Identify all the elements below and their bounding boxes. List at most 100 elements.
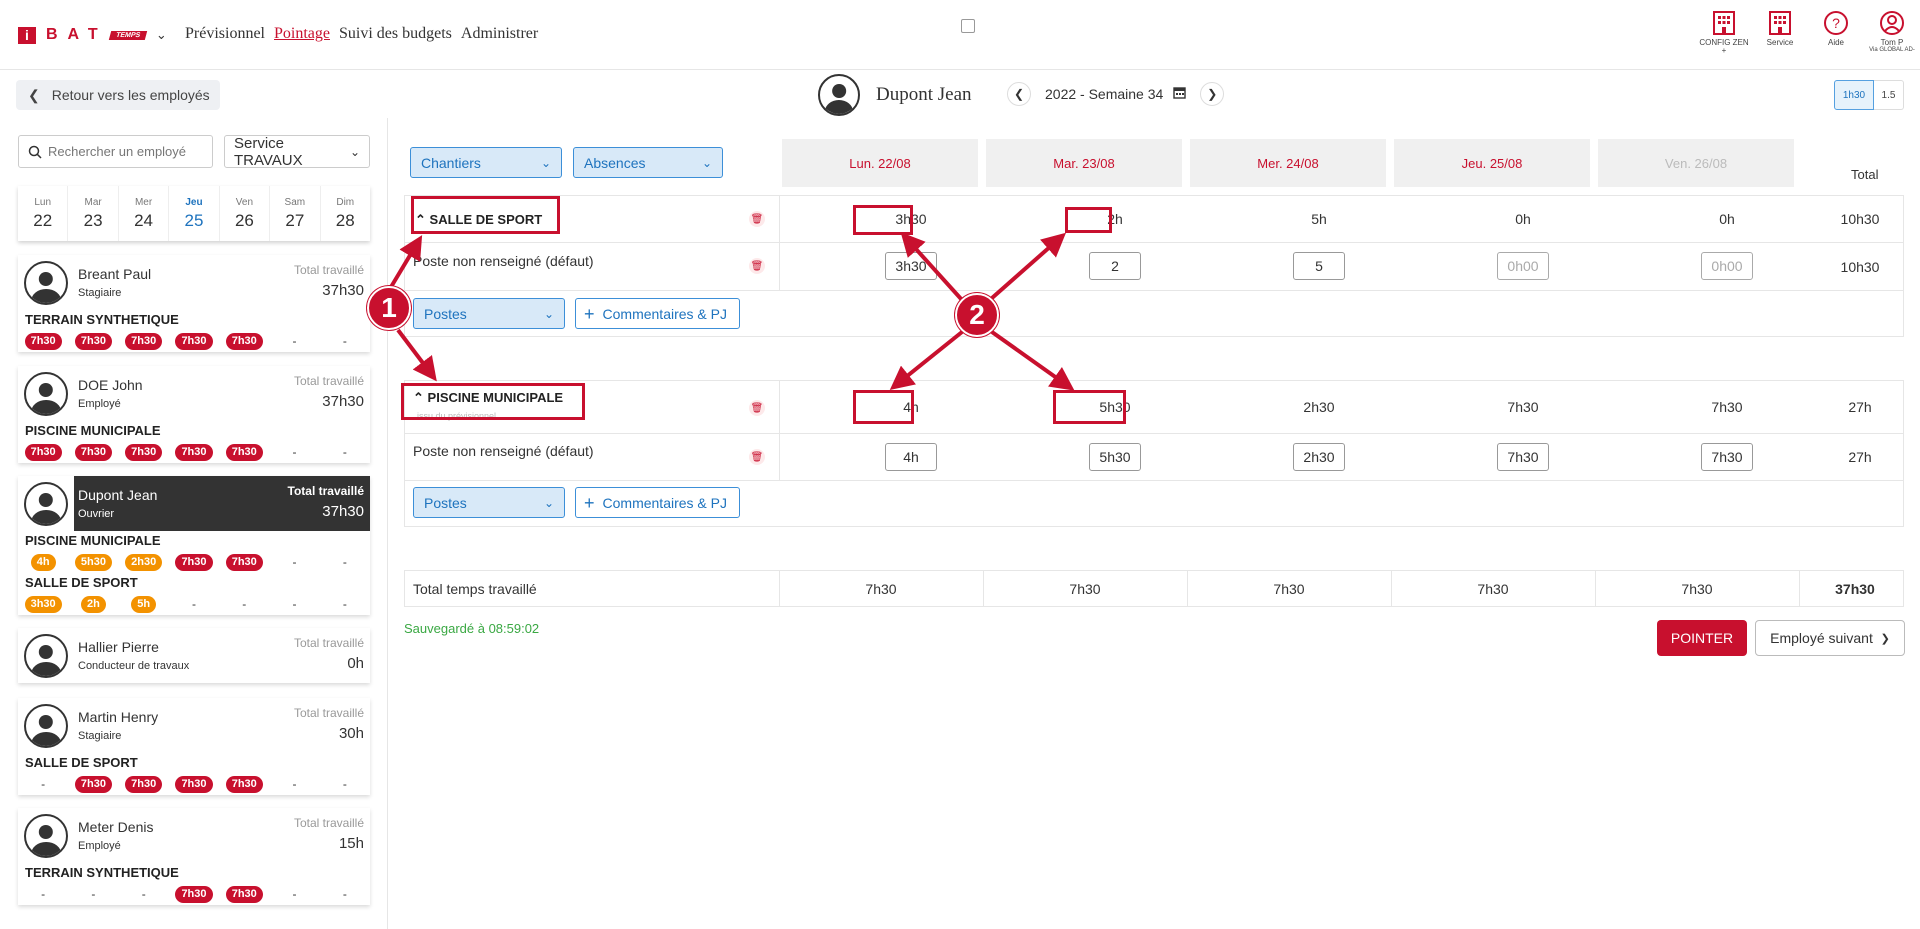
time-input[interactable]: 3h30 [885,252,937,280]
day-header: Mer. 24/08 [1190,139,1386,187]
time-input[interactable]: 4h [885,443,937,471]
help-button[interactable]: ? Aide [1808,10,1864,56]
total-label: Total travaillé [293,374,364,388]
employee-role: Conducteur de travaux [78,660,190,672]
chevron-down-icon[interactable]: ⌄ [156,27,167,43]
day-cell: 2h [68,595,118,613]
search-placeholder: Rechercher un employé [48,144,187,159]
grand-total: 37h30 [1835,581,1875,597]
day-cell: 7h30 [119,775,169,793]
postes-select[interactable]: Postes ⌄ [413,298,565,329]
empty-day: - [292,334,297,348]
nav-suivi-budgets[interactable]: Suivi des budgets [339,25,452,43]
empty-day: - [342,555,347,569]
delete-poste-button[interactable]: 🗑 [749,258,765,274]
day-fri[interactable]: Ven 26 [220,186,271,241]
employee-total: 0h [347,655,364,672]
empty-day: - [41,777,46,791]
time-input[interactable]: 0h00 [1497,252,1549,280]
next-week-button[interactable]: ❯ [1200,82,1225,106]
building-icon [1713,11,1735,35]
hours-pill: 7h30 [74,443,112,461]
hours-pill: 7h30 [125,332,163,350]
delete-site-button[interactable]: 🗑 [749,400,765,416]
day-name: Mar [84,196,102,208]
comments-button[interactable]: + Commentaires & PJ [575,487,740,518]
absences-filter[interactable]: Absences ⌄ [573,147,723,178]
postes-select[interactable]: Postes ⌄ [413,487,565,518]
time-input[interactable]: 5h30 [1089,443,1141,471]
format-1h30-option[interactable]: 1h30 [1834,80,1874,110]
employee-name: Meter Denis [78,819,154,835]
calendar-icon[interactable] [1173,86,1187,102]
employee-list-panel: Rechercher un employé Service TRAVAUX ⌄ … [0,118,388,929]
chantiers-filter[interactable]: Chantiers ⌄ [410,147,562,178]
day-tue[interactable]: Mar 23 [68,186,119,241]
day-cell: 7h30 [169,885,219,903]
employee-role: Stagiaire [78,287,122,299]
hours-pill: 2h30 [125,553,163,571]
day-number: 28 [335,210,355,230]
user-menu-button[interactable]: Tom P Via GLOBAL AD- [1864,10,1920,56]
day-mon[interactable]: Lun 22 [18,186,69,241]
time-input[interactable]: 7h30 [1701,443,1753,471]
employee-card-header: Hallier Pierre Conducteur de travaux Total… [18,628,370,683]
day-thu[interactable]: Jeu 25 [169,186,220,241]
hours-pill: 7h30 [225,885,263,903]
day-cell: - [269,334,319,348]
employee-total: 37h30 [322,393,364,410]
saved-status: Sauvegardé à 08:59:02 [404,621,540,636]
employee-card-header: Dupont Jean Ouvrier Total travaillé 37h30 [18,476,370,531]
employee-card[interactable]: Martin Henry Stagiaire Total travaillé 30h S… [18,698,370,795]
time-input[interactable]: 0h00 [1701,252,1753,280]
highlight-value [853,205,913,235]
comments-button[interactable]: + Commentaires & PJ [575,298,740,329]
time-input[interactable]: 5 [1293,252,1345,280]
user-icon [1880,11,1904,35]
nav-pointage[interactable]: Pointage [274,25,330,43]
next-employee-button[interactable]: Employé suivant ❯ [1755,620,1905,656]
format-decimal-option[interactable]: 1.5 [1874,80,1904,110]
chevron-down-icon: ⌄ [540,155,551,170]
employee-total: 37h30 [322,282,364,299]
back-to-employees-button[interactable]: ❮ Retour vers les employés [16,80,220,110]
nav-previsionnel[interactable]: Prévisionnel [185,25,265,43]
hours-pill: 4h [30,553,56,571]
time-input[interactable]: 2 [1089,252,1141,280]
hours-pill: 7h30 [74,775,112,793]
hours-pill: 5h [131,595,157,613]
day-cell: 7h30 [68,443,118,461]
delete-site-button[interactable]: 🗑 [749,211,765,227]
employee-card[interactable]: DOE John Employé Total travaillé 37h30 PISCI… [18,366,370,463]
prev-week-button[interactable]: ❮ [1007,82,1031,106]
employee-card[interactable]: Hallier Pierre Conducteur de travaux Total… [18,628,370,683]
col-divider [1391,571,1392,606]
chevron-down-icon: ⌄ [543,306,554,321]
day-sun[interactable]: Dim 28 [321,186,370,241]
service-select[interactable]: Service TRAVAUX ⌄ [224,135,370,169]
nav-administrer[interactable]: Administrer [461,25,538,43]
day-header: Lun. 22/08 [782,139,978,187]
avatar [24,372,68,416]
delete-poste-button[interactable]: 🗑 [749,449,765,465]
config-zen-button[interactable]: CONFIG ZEN + [1696,10,1752,56]
service-button[interactable]: Service [1752,10,1808,56]
site-total: 10h30 [1840,211,1880,227]
day-cell: 7h30 [169,775,219,793]
app-logo[interactable]: i BAT TEMPS ⌄ [18,26,167,44]
time-input[interactable]: 7h30 [1497,443,1549,471]
day-sat[interactable]: Sam 27 [270,186,321,241]
employee-card[interactable]: Meter Denis Employé Total travaillé 15h TERR… [18,808,370,905]
employee-card[interactable]: Dupont Jean Ouvrier Total travaillé 37h30 PI… [18,476,370,615]
day-cell: 5h [119,595,169,613]
site-day-value: 7h30 [1507,399,1539,415]
employee-search-input[interactable]: Rechercher un employé [18,135,213,168]
annotation-badge-2: 2 [955,293,999,337]
config-zen-label: CONFIG ZEN + [1699,38,1749,56]
day-wed[interactable]: Mer 24 [119,186,170,241]
hours-pill: 7h30 [175,443,213,461]
pointer-button[interactable]: POINTER [1657,620,1747,656]
employee-card[interactable]: Breant Paul Stagiaire Total travaillé 37h30… [18,255,370,352]
time-input[interactable]: 2h30 [1293,443,1345,471]
day-cell: 7h30 [219,553,269,571]
